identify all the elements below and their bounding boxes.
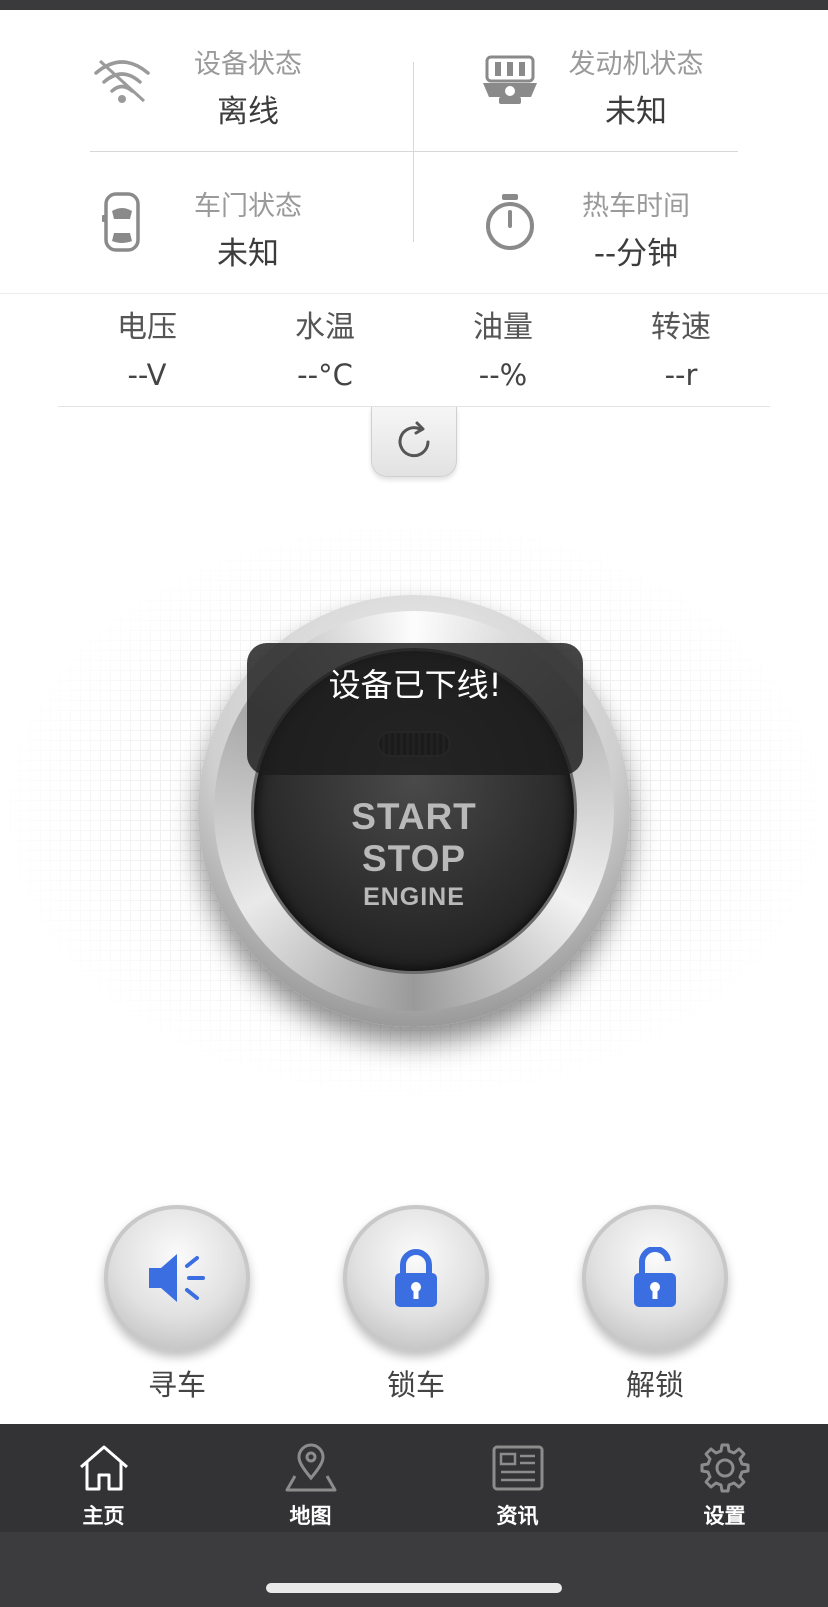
bottom-tab-bar: 主页 地图 资讯 设置 bbox=[0, 1424, 828, 1532]
wifi-icon bbox=[92, 50, 152, 110]
speaker-icon bbox=[149, 1254, 205, 1302]
tab-home[interactable]: 主页 bbox=[0, 1424, 207, 1532]
door-status-cell: 车门状态 未知 bbox=[0, 152, 414, 294]
car-door-icon bbox=[92, 192, 152, 252]
metric-label: 转速 bbox=[651, 310, 711, 345]
horizontal-divider bbox=[90, 151, 738, 152]
engine-text-start: START bbox=[351, 796, 477, 837]
home-icon bbox=[76, 1440, 132, 1496]
metric-fuel: 油量 --% bbox=[414, 306, 592, 406]
status-bar-strip bbox=[0, 0, 828, 10]
lock-car-label: 锁车 bbox=[386, 1368, 445, 1402]
engine-text-engine: ENGINE bbox=[363, 883, 465, 911]
lock-icon bbox=[395, 1249, 437, 1307]
find-car-button[interactable] bbox=[104, 1205, 250, 1351]
metric-label: 水温 bbox=[295, 310, 355, 345]
engine-status-cell: 发动机状态 未知 bbox=[414, 10, 828, 152]
stopwatch-icon bbox=[480, 192, 540, 252]
warmup-time-cell: 热车时间 --分钟 bbox=[414, 152, 828, 294]
engine-status-label: 发动机状态 bbox=[568, 49, 704, 80]
home-indicator[interactable] bbox=[266, 1583, 562, 1593]
warmup-time-label: 热车时间 bbox=[582, 191, 690, 222]
tab-label: 设置 bbox=[703, 1504, 746, 1528]
metric-value: --% bbox=[478, 358, 528, 392]
tab-label: 主页 bbox=[82, 1504, 125, 1528]
engine-button-text: START STOP ENGINE bbox=[254, 796, 574, 914]
device-status-value: 离线 bbox=[217, 94, 279, 130]
lock-car-button[interactable] bbox=[343, 1205, 489, 1351]
unlock-car-label: 解锁 bbox=[625, 1368, 684, 1402]
door-status-label: 车门状态 bbox=[194, 191, 302, 222]
device-status-label: 设备状态 bbox=[194, 49, 302, 80]
unlock-icon bbox=[634, 1247, 676, 1307]
engine-status-value: 未知 bbox=[605, 94, 667, 130]
refresh-button[interactable] bbox=[371, 407, 457, 477]
metric-label: 油量 bbox=[473, 310, 533, 345]
metric-label: 电压 bbox=[117, 310, 177, 345]
gear-icon bbox=[697, 1440, 753, 1496]
map-pin-icon bbox=[283, 1440, 339, 1496]
status-grid: 设备状态 离线 发动机状态 未知 车门状态 未知 热车时间 --分钟 bbox=[0, 10, 828, 294]
metric-value: --°C bbox=[297, 358, 353, 392]
section-divider bbox=[0, 293, 828, 294]
engine-icon bbox=[480, 50, 540, 110]
device-status-cell: 设备状态 离线 bbox=[0, 10, 414, 152]
metric-water-temp: 水温 --°C bbox=[236, 306, 414, 406]
tab-news[interactable]: 资讯 bbox=[414, 1424, 621, 1532]
unlock-car-button[interactable] bbox=[582, 1205, 728, 1351]
refresh-icon bbox=[398, 421, 430, 457]
tab-label: 地图 bbox=[289, 1504, 332, 1528]
tab-settings[interactable]: 设置 bbox=[621, 1424, 828, 1532]
engine-text-stop: STOP bbox=[361, 838, 467, 879]
metric-value: --V bbox=[127, 358, 167, 392]
metrics-row: 电压 --V 水温 --°C 油量 --% 转速 --r bbox=[58, 306, 770, 406]
news-icon bbox=[490, 1440, 546, 1496]
metric-voltage: 电压 --V bbox=[58, 306, 236, 406]
door-status-value: 未知 bbox=[217, 236, 279, 272]
tab-label: 资讯 bbox=[496, 1504, 539, 1528]
warmup-time-value: --分钟 bbox=[593, 236, 679, 272]
find-car-label: 寻车 bbox=[147, 1368, 206, 1402]
toast-message: 设备已下线! bbox=[247, 643, 583, 775]
home-indicator-area bbox=[0, 1532, 828, 1607]
tab-map[interactable]: 地图 bbox=[207, 1424, 414, 1532]
vertical-divider bbox=[413, 62, 414, 242]
metric-value: --r bbox=[664, 358, 698, 392]
metric-rpm: 转速 --r bbox=[592, 306, 770, 406]
